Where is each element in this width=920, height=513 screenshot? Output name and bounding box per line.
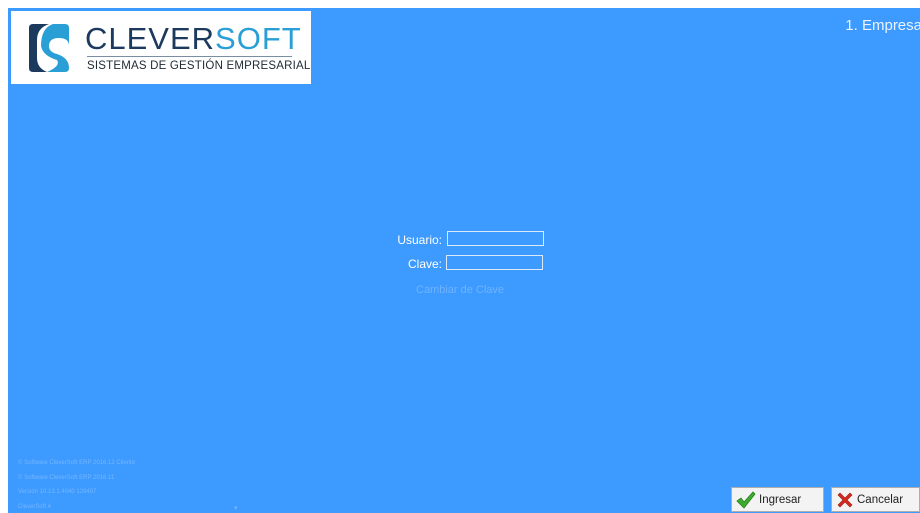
footer-copyright-1: © Software CleverSoft ERP 2016.12 Client… (18, 460, 136, 466)
login-window: CLEVERSOFT SISTEMAS DE GESTIÓN EMPRESARI… (8, 8, 920, 513)
change-password-link[interactable]: Cambiar de Clave (416, 284, 504, 296)
login-button-label: Ingresar (759, 493, 802, 506)
logo-tagline: SISTEMAS DE GESTIÓN EMPRESARIAL (87, 60, 311, 72)
cleversoft-logo-icon (29, 24, 69, 72)
footer-copyright-2: © Software CleverSoft ERP 2016.11 (18, 475, 115, 481)
company-logo: CLEVERSOFT SISTEMAS DE GESTIÓN EMPRESARI… (11, 11, 311, 84)
logo-divider (87, 56, 292, 57)
password-label: Clave: (407, 257, 442, 271)
cancel-button[interactable]: Cancelar (831, 487, 920, 512)
checkmark-icon (736, 490, 756, 509)
footer-version: Versión 10.13.1.4040 129497 (18, 489, 97, 495)
username-label: Usuario: (397, 233, 442, 247)
close-icon (837, 492, 853, 507)
logo-wordmark: CLEVERSOFT (85, 21, 302, 56)
login-button[interactable]: Ingresar (731, 487, 824, 512)
password-input[interactable] (446, 255, 543, 270)
cancel-button-label: Cancelar (857, 493, 904, 506)
chevron-down-icon: ▾ (234, 505, 238, 512)
company-selector[interactable]: 1. Empresa (845, 17, 920, 34)
footer-product: CleverSoft 4 (18, 504, 52, 510)
username-input[interactable] (447, 231, 544, 246)
